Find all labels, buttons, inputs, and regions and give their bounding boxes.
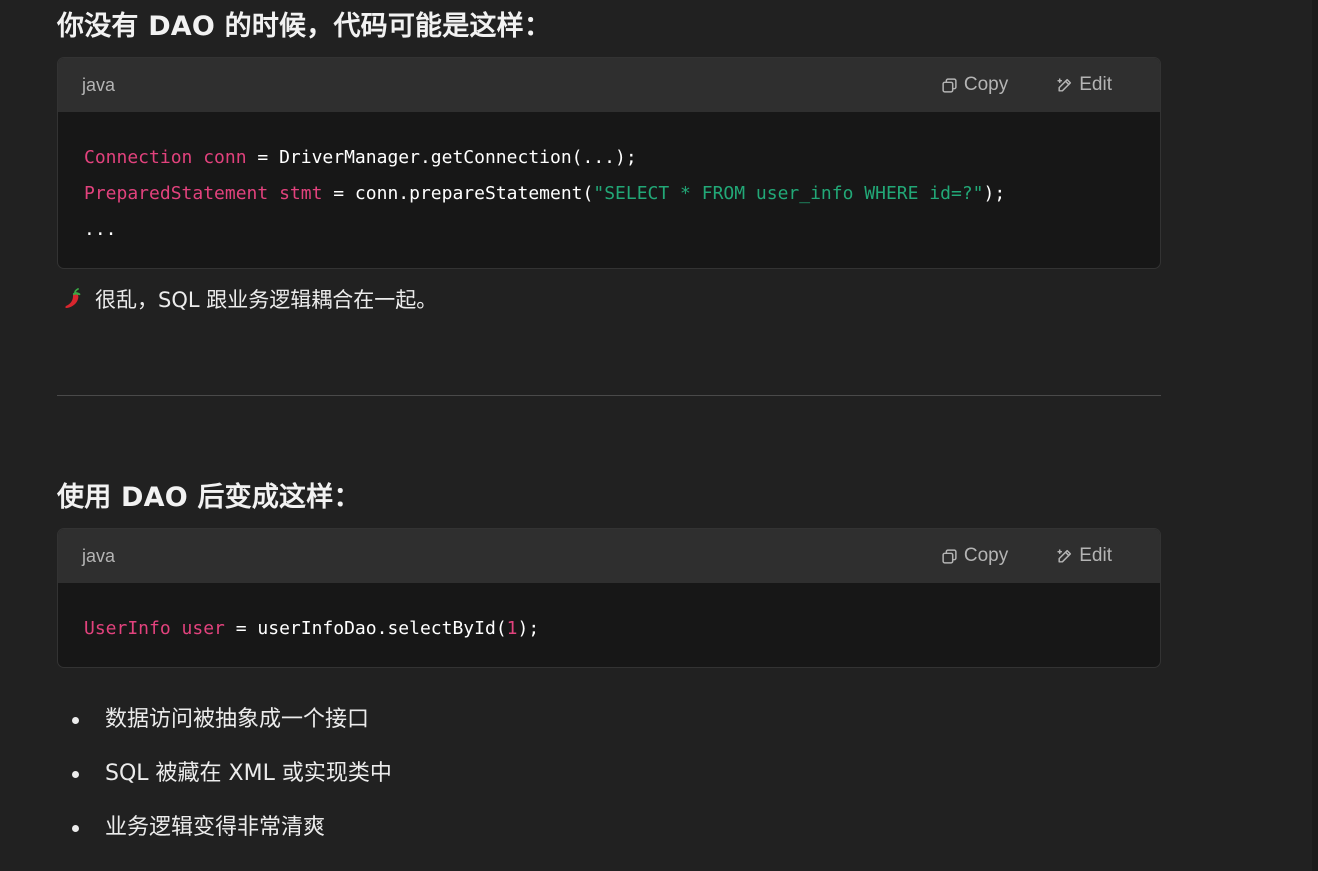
copy-label: Copy bbox=[963, 74, 1009, 95]
note-text: 很乱，SQL 跟业务逻辑耦合在一起。 bbox=[95, 288, 438, 312]
horizontal-divider bbox=[57, 395, 1161, 396]
edit-label: Edit bbox=[1079, 545, 1112, 566]
code-token: ... bbox=[84, 219, 117, 240]
edit-pencil-icon bbox=[1057, 548, 1072, 563]
code-token: = conn.prepareStatement( bbox=[322, 183, 594, 204]
code-line: PreparedStatement stmt = conn.prepareSta… bbox=[84, 176, 1160, 212]
code-token: PreparedStatement stmt bbox=[84, 183, 323, 204]
list-item: 数据访问被抽象成一个接口 bbox=[57, 693, 392, 747]
heading-after-dao: 使用 DAO 后变成这样： bbox=[57, 482, 361, 513]
code-token: ); bbox=[983, 183, 1006, 204]
copy-icon bbox=[942, 548, 957, 564]
code-token: 1 bbox=[506, 618, 518, 639]
copy-label: Copy bbox=[963, 545, 1009, 566]
code-content: UserInfo user = userInfoDao.selectById(1… bbox=[58, 583, 1160, 647]
edit-pencil-icon bbox=[1057, 77, 1072, 92]
code-token: UserInfo user bbox=[84, 618, 225, 639]
code-block-header: java Copy Edit bbox=[58, 58, 1160, 112]
code-line: Connection conn = DriverManager.getConne… bbox=[84, 140, 1160, 176]
code-language-label: java bbox=[82, 545, 116, 566]
code-token: Connection conn bbox=[84, 147, 247, 168]
copy-button[interactable]: Copy bbox=[941, 545, 1008, 567]
code-content: Connection conn = DriverManager.getConne… bbox=[58, 112, 1160, 248]
code-actions: Copy Edit bbox=[941, 545, 1112, 567]
copy-icon bbox=[942, 77, 957, 93]
code-block-before: java Copy Edit Connection conn = DriverM… bbox=[57, 57, 1161, 269]
benefits-list: 数据访问被抽象成一个接口 SQL 被藏在 XML 或实现类中 业务逻辑变得非常清… bbox=[57, 693, 392, 855]
list-item: 业务逻辑变得非常清爽 bbox=[57, 801, 392, 855]
code-language-label: java bbox=[82, 74, 116, 95]
heading-before-dao: 你没有 DAO 的时候，代码可能是这样： bbox=[57, 11, 552, 42]
scrollbar-track[interactable] bbox=[1312, 0, 1318, 871]
note-paragraph: 很乱，SQL 跟业务逻辑耦合在一起。 bbox=[61, 284, 437, 314]
code-token: "SELECT * FROM user_info WHERE id=?" bbox=[593, 183, 984, 204]
list-item: SQL 被藏在 XML 或实现类中 bbox=[57, 747, 392, 801]
code-line: ... bbox=[84, 212, 1160, 248]
edit-label: Edit bbox=[1079, 74, 1112, 95]
edit-button[interactable]: Edit bbox=[1056, 74, 1112, 96]
code-line: UserInfo user = userInfoDao.selectById(1… bbox=[84, 611, 1160, 647]
edit-button[interactable]: Edit bbox=[1056, 545, 1112, 567]
code-actions: Copy Edit bbox=[941, 74, 1112, 96]
copy-button[interactable]: Copy bbox=[941, 74, 1008, 96]
chili-pepper-icon bbox=[65, 288, 81, 308]
code-token: = userInfoDao.selectById( bbox=[224, 618, 507, 639]
code-token: ); bbox=[517, 618, 540, 639]
code-block-header: java Copy Edit bbox=[58, 529, 1160, 583]
code-token: = DriverManager.getConnection(...); bbox=[246, 147, 637, 168]
code-block-after: java Copy Edit UserInfo user = userInfoD… bbox=[57, 528, 1161, 668]
